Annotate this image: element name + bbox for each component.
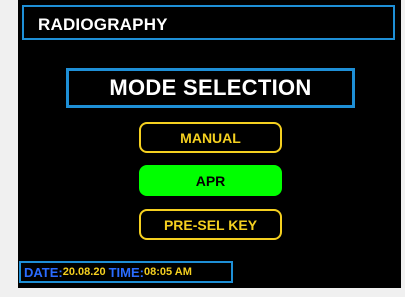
datetime-status-bar: DATE: 20.08.20 TIME: 08:05 AM [19, 261, 233, 283]
apr-mode-button[interactable]: APR [139, 165, 282, 196]
mode-selection-title: MODE SELECTION [109, 75, 312, 100]
time-value: 08:05 AM [143, 266, 192, 278]
header-bar: RADIOGRAPHY [22, 5, 395, 40]
screen-title: RADIOGRAPHY [38, 15, 168, 34]
pre-sel-key-label: PRE-SEL KEY [163, 216, 258, 233]
date-label: DATE: [24, 264, 63, 280]
mode-selection-title-box: MODE SELECTION [66, 68, 355, 108]
manual-mode-label: MANUAL [180, 129, 241, 146]
apr-mode-label: APR [195, 172, 226, 189]
manual-mode-button[interactable]: MANUAL [139, 122, 282, 153]
pre-sel-key-button[interactable]: PRE-SEL KEY [139, 209, 282, 240]
date-value: 20.08.20 [62, 266, 106, 278]
time-label: TIME: [108, 264, 144, 280]
